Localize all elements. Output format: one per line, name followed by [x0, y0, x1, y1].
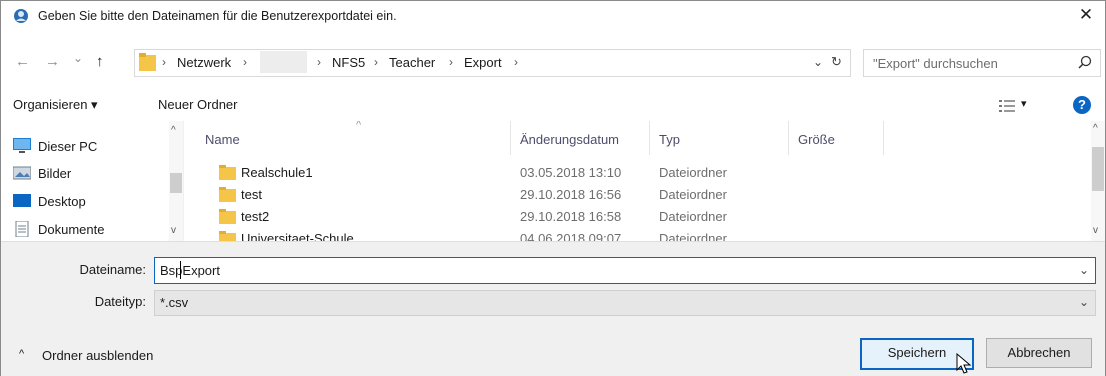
file-date: 29.10.2018 16:58 [520, 209, 622, 224]
cancel-button[interactable]: Abbrechen [986, 338, 1092, 368]
column-header-date[interactable]: Änderungsdatum [511, 121, 650, 155]
sort-ascending-icon: ^ [356, 121, 362, 131]
breadcrumb-separator: › [374, 55, 378, 69]
view-caret-icon: ▾ [1021, 98, 1027, 110]
help-button[interactable]: ? [1073, 96, 1091, 114]
computer-icon [13, 138, 31, 153]
scrollbar-thumb[interactable] [170, 173, 182, 193]
address-bar[interactable]: › Netzwerk › › NFS5 › Teacher › Export ›… [134, 49, 851, 77]
mouse-cursor-icon [956, 353, 972, 374]
search-box[interactable]: "Export" durchsuchen [863, 49, 1101, 77]
folder-icon [219, 209, 236, 224]
back-button[interactable]: ← [15, 53, 30, 70]
file-name: test2 [241, 209, 270, 224]
documents-icon [15, 221, 29, 237]
pictures-icon [13, 166, 31, 180]
table-row[interactable]: test2 29.10.2018 16:58 Dateiordner [196, 206, 1076, 228]
filename-label: Dateiname: [79, 262, 146, 277]
hide-folders-label: Ordner ausblenden [42, 348, 154, 363]
sidebar-item-label: Dokumente [38, 222, 105, 237]
file-date: 04.06.2018 09:07 [520, 231, 622, 241]
filename-dropdown-icon[interactable]: ⌄ [1079, 263, 1089, 277]
up-button[interactable]: ↑ [96, 53, 104, 70]
app-icon [14, 9, 28, 23]
table-row[interactable]: Universitaet-Schule 04.06.2018 09:07 Dat… [196, 228, 1076, 241]
sidebar-item-label: Bilder [38, 166, 72, 181]
file-list-scrollbar[interactable]: ^ v [1091, 121, 1105, 241]
table-row[interactable]: Realschule1 03.05.2018 13:10 Dateiordner [196, 162, 1076, 184]
view-options-button[interactable]: ▾ [999, 97, 1033, 115]
file-date: 29.10.2018 16:56 [520, 187, 622, 202]
file-name: test [241, 187, 262, 202]
file-date: 03.05.2018 13:10 [520, 165, 622, 180]
filetype-dropdown-icon[interactable]: ⌄ [1079, 295, 1089, 309]
file-name: Realschule1 [241, 165, 313, 180]
breadcrumb-separator: › [514, 55, 518, 69]
column-label: Änderungsdatum [520, 132, 620, 147]
refresh-icon[interactable]: ↻ [831, 54, 842, 70]
scrollbar-thumb[interactable] [1092, 147, 1104, 191]
folder-icon [219, 231, 236, 241]
redacted-server-name [260, 51, 307, 73]
breadcrumb-netzwerk[interactable]: Netzwerk [177, 55, 231, 70]
navigation-bar: ← → ⌄ ↑ › Netzwerk › › NFS5 › Teacher › … [1, 45, 1105, 79]
file-list: Name ^ Änderungsdatum Typ Größe Realschu… [196, 121, 1105, 241]
chevron-up-icon: ^ [19, 348, 25, 360]
scroll-down-icon[interactable]: v [1093, 225, 1098, 236]
organize-menu[interactable]: Organisieren ▾ [13, 97, 98, 113]
sidebar-item-label: Dieser PC [38, 139, 98, 154]
column-label: Größe [798, 132, 835, 147]
breadcrumb-separator: › [162, 55, 166, 69]
folder-icon [219, 187, 236, 202]
scroll-up-icon[interactable]: ^ [171, 125, 176, 136]
breadcrumb-separator: › [449, 55, 453, 69]
filetype-value: *.csv [160, 295, 189, 310]
table-row[interactable]: test 29.10.2018 16:56 Dateiordner [196, 184, 1076, 206]
search-icon [1078, 55, 1092, 69]
breadcrumb-nfs5[interactable]: NFS5 [332, 55, 365, 70]
sidebar-item-label: Desktop [38, 194, 86, 209]
window-title: Geben Sie bitte den Dateinamen für die B… [38, 9, 397, 23]
column-label: Typ [659, 132, 680, 147]
breadcrumb-export[interactable]: Export [464, 55, 502, 70]
file-name: Universitaet-Schule [241, 231, 354, 241]
column-label: Name [205, 132, 240, 147]
folder-icon [139, 53, 156, 71]
scroll-down-icon[interactable]: v [171, 225, 176, 236]
filetype-select[interactable]: *.csv ⌄ [154, 290, 1096, 316]
close-button[interactable]: ✕ [1075, 4, 1097, 26]
column-header-name[interactable]: Name ^ [196, 121, 511, 155]
scroll-up-icon[interactable]: ^ [1093, 123, 1098, 134]
search-placeholder: "Export" durchsuchen [873, 56, 998, 71]
navigation-pane: Dieser PC Bilder Desktop Dokumente ^ v [1, 121, 184, 241]
forward-button[interactable]: → [45, 53, 60, 70]
breadcrumb-separator: › [317, 55, 321, 69]
text-cursor [180, 261, 181, 279]
filename-input[interactable]: BspExport ⌄ [154, 257, 1096, 284]
breadcrumb-teacher[interactable]: Teacher [389, 55, 435, 70]
folder-icon [219, 165, 236, 180]
recent-locations-button[interactable]: ⌄ [73, 51, 83, 65]
sidebar-scrollbar[interactable]: ^ v [169, 121, 183, 241]
breadcrumb-separator: › [243, 55, 247, 69]
new-folder-button[interactable]: Neuer Ordner [158, 97, 237, 112]
desktop-icon [13, 194, 31, 207]
file-type: Dateiordner [659, 165, 727, 180]
address-dropdown-icon[interactable]: ⌄ [813, 55, 823, 69]
details-view-icon [999, 100, 1015, 112]
column-header-type[interactable]: Typ [650, 121, 789, 155]
file-type: Dateiordner [659, 209, 727, 224]
title-bar: Geben Sie bitte den Dateinamen für die B… [1, 1, 1105, 31]
column-header-size[interactable]: Größe [789, 121, 884, 155]
command-bar: Organisieren ▾ Neuer Ordner ▾ ? [1, 91, 1105, 121]
file-type: Dateiordner [659, 187, 727, 202]
filetype-label: Dateityp: [94, 294, 146, 309]
save-options-panel: Dateiname: BspExport ⌄ Dateityp: *.csv ⌄… [1, 241, 1105, 376]
filename-value: BspExport [160, 263, 220, 278]
file-type: Dateiordner [659, 231, 727, 241]
save-file-dialog: Geben Sie bitte den Dateinamen für die B… [0, 0, 1106, 376]
